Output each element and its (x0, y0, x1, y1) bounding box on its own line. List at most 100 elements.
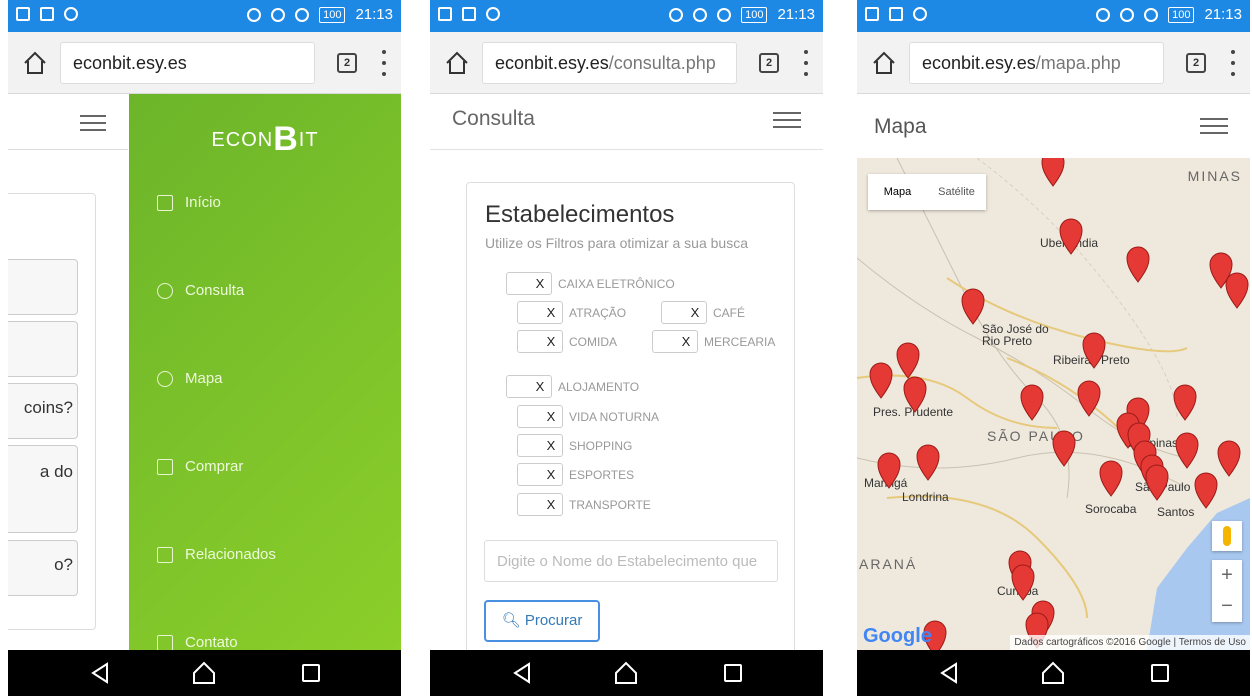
map-marker[interactable] (916, 444, 940, 481)
filter-comida[interactable]: X COMIDA (517, 330, 617, 353)
menu-item-mapa[interactable]: Mapa (157, 370, 223, 387)
home-nav-icon[interactable] (191, 660, 217, 686)
map-marker[interactable] (1052, 430, 1076, 467)
map-type-mapa[interactable]: Mapa (868, 174, 927, 210)
back-icon[interactable] (511, 662, 533, 684)
toggle[interactable]: X (517, 493, 563, 516)
url-path: /consulta.php (608, 53, 716, 73)
recent-apps-icon[interactable] (724, 664, 742, 682)
shopping-bag-icon (157, 458, 173, 475)
signal-icon (40, 7, 54, 21)
menu-item-relacionados[interactable]: Relacionados (157, 546, 276, 563)
map-marker[interactable] (1020, 384, 1044, 421)
toggle[interactable]: X (517, 463, 563, 486)
more-menu-icon[interactable] (803, 50, 809, 76)
home-icon[interactable] (871, 50, 897, 76)
recent-apps-icon[interactable] (302, 664, 320, 682)
menu-item-inicio[interactable]: Início (157, 194, 221, 211)
wifi-icon (295, 7, 310, 22)
address-bar[interactable]: econbit.esy.es (60, 42, 315, 84)
map-marker[interactable] (1173, 384, 1197, 421)
home-icon[interactable] (22, 50, 48, 76)
tab-count-button[interactable]: 2 (1186, 53, 1206, 73)
filter-mercearia[interactable]: X MERCEARIA (652, 330, 775, 353)
map-marker[interactable] (1041, 158, 1065, 187)
toggle[interactable]: X (506, 375, 552, 398)
filter-atracao[interactable]: X ATRAÇÃO (517, 301, 626, 324)
toggle[interactable]: X (506, 272, 552, 295)
battery-icon: 100 (1168, 6, 1195, 23)
more-menu-icon[interactable] (381, 50, 387, 76)
marker-layer (869, 158, 1249, 650)
back-icon[interactable] (938, 662, 960, 684)
faq-button-2[interactable] (8, 321, 78, 377)
home-nav-icon[interactable] (613, 660, 639, 686)
map-marker[interactable] (903, 376, 927, 413)
hamburger-icon[interactable] (1200, 118, 1228, 134)
map-marker[interactable] (1194, 472, 1218, 509)
map-marker[interactable] (961, 288, 985, 325)
map-type-satelite[interactable]: Satélite (927, 174, 986, 210)
filter-esportes[interactable]: X ESPORTES (517, 463, 634, 486)
establishment-search-input[interactable] (484, 540, 778, 582)
battery-icon: 100 (741, 6, 768, 23)
map-view[interactable]: MINAS SÃO PAULO ARANÁ Uberlândia São Jos… (857, 158, 1250, 650)
faq-button-3[interactable]: coins? (8, 383, 78, 439)
card-title: Estabelecimentos (485, 201, 675, 228)
toggle[interactable]: X (517, 301, 563, 324)
hamburger-icon[interactable] (80, 115, 106, 131)
address-bar[interactable]: econbit.esy.es/consulta.php (482, 42, 737, 84)
faq-button-1[interactable] (8, 259, 78, 315)
house-icon (157, 194, 173, 211)
filter-alojamento[interactable]: X ALOJAMENTO (506, 375, 639, 398)
filter-cafe[interactable]: X CAFÉ (661, 301, 745, 324)
map-marker[interactable] (1145, 464, 1169, 501)
map-marker[interactable] (1077, 380, 1101, 417)
map-marker[interactable] (896, 342, 920, 379)
address-bar[interactable]: econbit.esy.es/mapa.php (909, 42, 1164, 84)
home-nav-icon[interactable] (1040, 660, 1066, 686)
map-attribution[interactable]: Dados cartográficos ©2016 Google | Termo… (1010, 635, 1250, 650)
search-button[interactable]: 🔍︎ Procurar (484, 600, 600, 642)
filter-vida-noturna[interactable]: X VIDA NOTURNA (517, 405, 659, 428)
toggle[interactable]: X (517, 405, 563, 428)
more-menu-icon[interactable] (1230, 50, 1236, 76)
map-marker[interactable] (1175, 432, 1199, 469)
menu-item-consulta[interactable]: Consulta (157, 282, 244, 299)
recent-apps-icon[interactable] (1151, 664, 1169, 682)
back-icon[interactable] (89, 662, 111, 684)
map-marker[interactable] (1082, 332, 1106, 369)
map-marker[interactable] (1217, 440, 1241, 477)
map-marker[interactable] (1059, 218, 1083, 255)
battery-icon: 100 (319, 6, 346, 23)
toggle[interactable]: X (661, 301, 707, 324)
toggle[interactable]: X (652, 330, 698, 353)
filter-transporte[interactable]: X TRANSPORTE (517, 493, 651, 516)
toggle[interactable]: X (517, 330, 563, 353)
toggle[interactable]: X (517, 434, 563, 457)
hamburger-icon[interactable] (773, 112, 801, 128)
alarm-icon (693, 7, 708, 22)
map-marker[interactable] (877, 452, 901, 489)
map-marker[interactable] (1099, 460, 1123, 497)
filter-shopping[interactable]: X SHOPPING (517, 434, 632, 457)
menu-item-contato[interactable]: Contato (157, 634, 238, 651)
map-marker[interactable] (869, 362, 893, 399)
map-marker[interactable] (1225, 272, 1249, 309)
url-text: econbit.esy.es (73, 53, 187, 73)
map-marker[interactable] (1126, 246, 1150, 283)
image-notification-icon (16, 7, 30, 21)
home-icon[interactable] (444, 50, 470, 76)
filter-caixa-eletronico[interactable]: X CAIXA ELETRÔNICO (506, 272, 675, 295)
menu-item-comprar[interactable]: Comprar (157, 458, 243, 475)
zoom-out-button[interactable]: − (1212, 591, 1242, 622)
whatsapp-icon (486, 7, 500, 21)
map-marker[interactable] (1011, 564, 1035, 601)
faq-button-4[interactable]: a do (8, 445, 78, 533)
zoom-in-button[interactable]: + (1212, 560, 1242, 591)
search-icon (157, 282, 173, 299)
tab-count-button[interactable]: 2 (337, 53, 357, 73)
faq-button-5[interactable]: o? (8, 540, 78, 596)
street-view-pegman-icon[interactable] (1212, 521, 1242, 551)
tab-count-button[interactable]: 2 (759, 53, 779, 73)
